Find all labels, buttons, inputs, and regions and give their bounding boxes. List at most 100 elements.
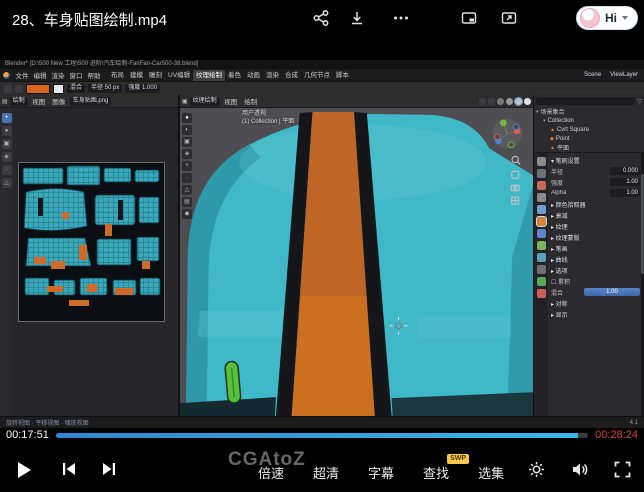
property-row[interactable]: 半径0.000: [551, 166, 640, 176]
workspace-tab[interactable]: 脚本: [333, 70, 352, 81]
property-row[interactable]: ▸ 颜色拾取器: [551, 199, 640, 209]
shading-wireframe-icon[interactable]: [497, 98, 504, 105]
menu-item[interactable]: 渲染: [49, 70, 67, 80]
tool-icon[interactable]: ◌: [182, 173, 192, 183]
tool-icon[interactable]: ◈: [182, 149, 192, 159]
property-row[interactable]: ☐ 累积: [551, 276, 640, 286]
mode-toggle-icon[interactable]: [15, 85, 23, 93]
property-value[interactable]: 1.00: [584, 288, 640, 296]
tool-icon[interactable]: ●: [2, 126, 12, 136]
uv-view-menu[interactable]: 视图: [30, 96, 48, 106]
properties-tab-icon[interactable]: [537, 265, 546, 274]
workspace-tab[interactable]: 几何节点: [301, 70, 333, 81]
more-icon[interactable]: [392, 9, 410, 27]
workspace-tab[interactable]: UV编辑: [165, 70, 193, 81]
blender-logo-icon[interactable]: [3, 72, 10, 79]
settings-gear-icon[interactable]: [527, 460, 546, 479]
user-account-button[interactable]: Hi: [576, 6, 638, 30]
workspace-tab[interactable]: 合成: [282, 70, 301, 81]
properties-editor[interactable]: ▾ 笔刷设置半径0.000强度1.00Alpha1.00▸ 颜色拾取器▸ 衰减▸…: [534, 153, 644, 416]
property-row[interactable]: ▸ 选项: [551, 265, 640, 275]
tool-icon[interactable]: ◌: [2, 165, 12, 175]
property-row[interactable]: ▸ 显示: [551, 309, 640, 319]
tool-icon[interactable]: ▤: [182, 197, 192, 207]
seek-bar[interactable]: [56, 433, 588, 438]
outliner-row[interactable]: ▲平面: [536, 143, 642, 152]
image-editor-icon[interactable]: ▤: [2, 98, 8, 105]
workspace-tab[interactable]: 纹理绘制: [193, 70, 225, 81]
next-icon[interactable]: [100, 460, 118, 478]
property-row[interactable]: ▸ 纹理: [551, 221, 640, 231]
volume-icon[interactable]: [570, 460, 589, 479]
play-icon[interactable]: [14, 460, 34, 480]
workspace-tab[interactable]: 建模: [127, 70, 146, 81]
outliner-search-input[interactable]: [536, 97, 635, 105]
tool-icon[interactable]: ▣: [2, 139, 12, 149]
image-name-field[interactable]: 车身贴图.png: [70, 97, 112, 106]
tool-icon[interactable]: ◐: [182, 125, 192, 135]
share-icon[interactable]: [312, 9, 330, 27]
property-row[interactable]: 强度1.00: [551, 177, 640, 187]
tool-icon[interactable]: △: [182, 185, 192, 195]
brush-tool-icon[interactable]: [4, 85, 12, 93]
previous-icon[interactable]: [60, 460, 78, 478]
properties-tab-icon[interactable]: [537, 241, 546, 250]
viewport-paint-menu[interactable]: 绘制: [242, 96, 260, 106]
property-row[interactable]: Alpha1.00: [551, 188, 640, 198]
workspace-tab[interactable]: 布局: [108, 70, 127, 81]
workspace-tab[interactable]: 动画: [244, 70, 263, 81]
tool-icon[interactable]: ◆: [182, 209, 192, 219]
property-row[interactable]: ▸ 衰减: [551, 210, 640, 220]
tool-icon[interactable]: ◈: [2, 152, 12, 162]
property-value[interactable]: 1.00: [610, 189, 640, 197]
shading-rendered-icon[interactable]: [524, 98, 531, 105]
viewport-3d[interactable]: ▣ 纹理绘制 视图 绘制: [179, 95, 533, 416]
property-row[interactable]: 混合1.00: [551, 287, 640, 297]
video-frame[interactable]: Blender* [D:\500 New 工程\500 进阶\汽车绘制-FanF…: [0, 60, 644, 428]
properties-tab-icon[interactable]: [537, 169, 546, 178]
properties-tab-icon[interactable]: [537, 229, 546, 238]
property-row[interactable]: ▸ 对称: [551, 298, 640, 308]
pip-icon[interactable]: [460, 9, 478, 27]
interaction-mode-dropdown[interactable]: 纹理绘制: [190, 97, 220, 106]
blend-mode-field[interactable]: 混合: [67, 84, 85, 93]
player-control[interactable]: 超清: [313, 463, 339, 482]
tool-icon[interactable]: ▣: [182, 137, 192, 147]
outliner[interactable]: ▽ ▾场景集合▾Collection▲Cvrt Square◆Point▲平面: [534, 95, 644, 153]
tool-icon[interactable]: +: [2, 113, 12, 123]
tool-icon[interactable]: ●: [182, 113, 192, 123]
uv-mode-dropdown[interactable]: 绘制: [10, 97, 28, 106]
player-control[interactable]: 字幕: [368, 463, 394, 482]
properties-tab-icon[interactable]: [537, 205, 546, 214]
brush-strength-field[interactable]: 强度 1.000: [125, 84, 160, 93]
viewport-canvas[interactable]: ●◐▣◈+◌△▤◆ 用户透视 (1) Collection | 平面: [180, 108, 533, 416]
property-row[interactable]: ▸ 曲线: [551, 254, 640, 264]
fullscreen-icon[interactable]: [613, 460, 632, 479]
tool-icon[interactable]: △: [2, 178, 12, 188]
uv-canvas[interactable]: + ● ▣ ◈ ◌ △: [0, 108, 178, 416]
properties-tab-icon[interactable]: [537, 277, 546, 286]
uv-texture-image[interactable]: [18, 162, 165, 322]
player-control[interactable]: 倍速: [258, 463, 284, 482]
property-value[interactable]: 0.000: [610, 167, 640, 175]
player-control[interactable]: 选集: [478, 463, 504, 482]
uv-image-editor[interactable]: ▤ 绘制 视图 图像 车身贴图.png +●▣◈◌△: [0, 95, 179, 416]
popout-icon[interactable]: [500, 9, 518, 27]
menu-item[interactable]: 文件: [13, 70, 31, 80]
viewport-view-menu[interactable]: 视图: [222, 96, 240, 106]
properties-tab-icon[interactable]: [537, 193, 546, 202]
secondary-color-swatch[interactable]: [53, 84, 64, 94]
tool-icon[interactable]: +: [182, 161, 192, 171]
outliner-row[interactable]: ▾Collection: [536, 116, 642, 125]
viewport-editor-icon[interactable]: ▣: [182, 98, 188, 105]
workspace-tab[interactable]: 着色: [225, 70, 244, 81]
workspace-tab[interactable]: 雕刻: [146, 70, 165, 81]
property-value[interactable]: 1.00: [610, 178, 640, 186]
property-row[interactable]: ▾ 笔刷设置: [551, 155, 640, 165]
workspace-tab[interactable]: 渲染: [263, 70, 282, 81]
xray-toggle-icon[interactable]: [488, 98, 495, 105]
filter-icon[interactable]: ▽: [637, 98, 642, 105]
player-control[interactable]: 查找SWP: [423, 463, 449, 482]
properties-tab-icon[interactable]: [537, 253, 546, 262]
outliner-row[interactable]: ▲Cvrt Square: [536, 125, 642, 134]
